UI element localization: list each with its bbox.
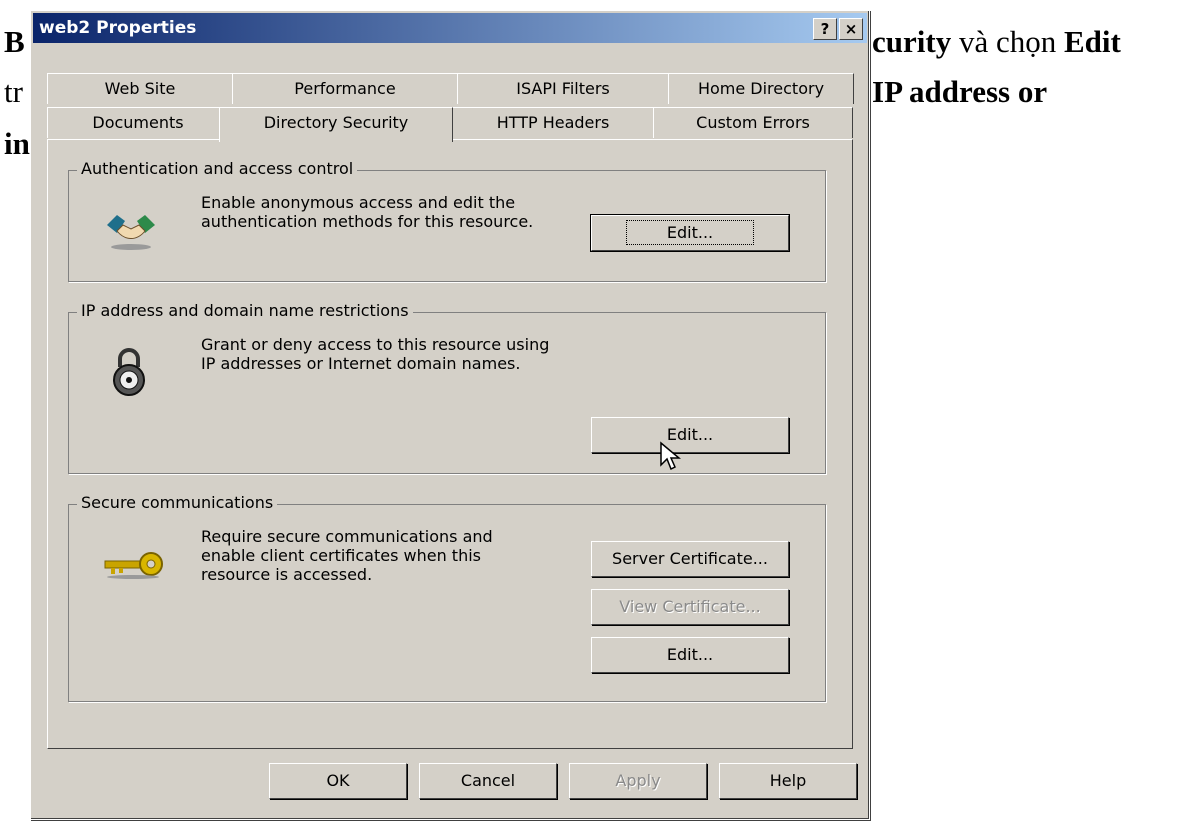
bg-text-line1-right: curity và chọn Edit xyxy=(872,24,1121,60)
tab-documents[interactable]: Documents xyxy=(47,107,229,138)
padlock-icon xyxy=(113,348,145,396)
handshake-icon xyxy=(107,215,155,250)
tab-performance[interactable]: Performance xyxy=(232,73,458,104)
bg-text-line2-right: IP address or xyxy=(872,74,1048,109)
ip-edit-button[interactable]: Edit... xyxy=(591,417,789,453)
window-title: web2 Properties xyxy=(39,18,197,38)
bg-plain-text: và chọn xyxy=(951,24,1064,59)
key-icon xyxy=(104,552,163,579)
auth-edit-button[interactable]: Edit... xyxy=(590,214,790,252)
help-button[interactable]: ? xyxy=(813,18,837,40)
bg-text-line3-left: in xyxy=(4,126,30,161)
ok-button[interactable]: OK xyxy=(269,763,407,799)
secure-edit-button[interactable]: Edit... xyxy=(591,637,789,673)
tab-directory-security[interactable]: Directory Security xyxy=(219,107,453,142)
properties-dialog: web2 Properties ? × Web Site Performance… xyxy=(30,10,870,820)
apply-button[interactable]: Apply xyxy=(569,763,707,799)
ip-legend: IP address and domain name restrictions xyxy=(77,301,413,320)
tab-http-headers[interactable]: HTTP Headers xyxy=(452,107,654,138)
tab-web-site[interactable]: Web Site xyxy=(47,73,233,104)
tab-home-directory[interactable]: Home Directory xyxy=(668,73,854,104)
help-footer-button[interactable]: Help xyxy=(719,763,857,799)
secure-description: Require secure communications and enable… xyxy=(201,527,493,584)
mouse-cursor-icon xyxy=(660,441,681,471)
tab-custom-errors[interactable]: Custom Errors xyxy=(653,107,853,138)
ip-description: Grant or deny access to this resource us… xyxy=(201,335,550,373)
view-certificate-button[interactable]: View Certificate... xyxy=(591,589,789,625)
cancel-button[interactable]: Cancel xyxy=(419,763,557,799)
bg-text-line2-left: tr xyxy=(4,74,23,109)
bg-bold-security: curity xyxy=(872,24,952,59)
bg-text-line1-left: B xyxy=(4,24,25,59)
auth-legend: Authentication and access control xyxy=(77,159,358,178)
bg-bold-edit: Edit xyxy=(1063,24,1121,59)
secure-comm-group: Secure communications Require secure com… xyxy=(68,493,826,702)
auth-group: Authentication and access control Enable… xyxy=(68,159,826,282)
tab-isapi-filters[interactable]: ISAPI Filters xyxy=(457,73,669,104)
ip-restrictions-group: IP address and domain name restrictions … xyxy=(68,301,826,474)
secure-legend: Secure communications xyxy=(77,493,278,512)
auth-description: Enable anonymous access and edit the aut… xyxy=(201,193,534,231)
title-bar[interactable]: web2 Properties ? × xyxy=(33,13,867,43)
tab-panel: Authentication and access control Enable… xyxy=(47,139,853,749)
close-button[interactable]: × xyxy=(839,18,863,40)
server-certificate-button[interactable]: Server Certificate... xyxy=(591,541,789,577)
